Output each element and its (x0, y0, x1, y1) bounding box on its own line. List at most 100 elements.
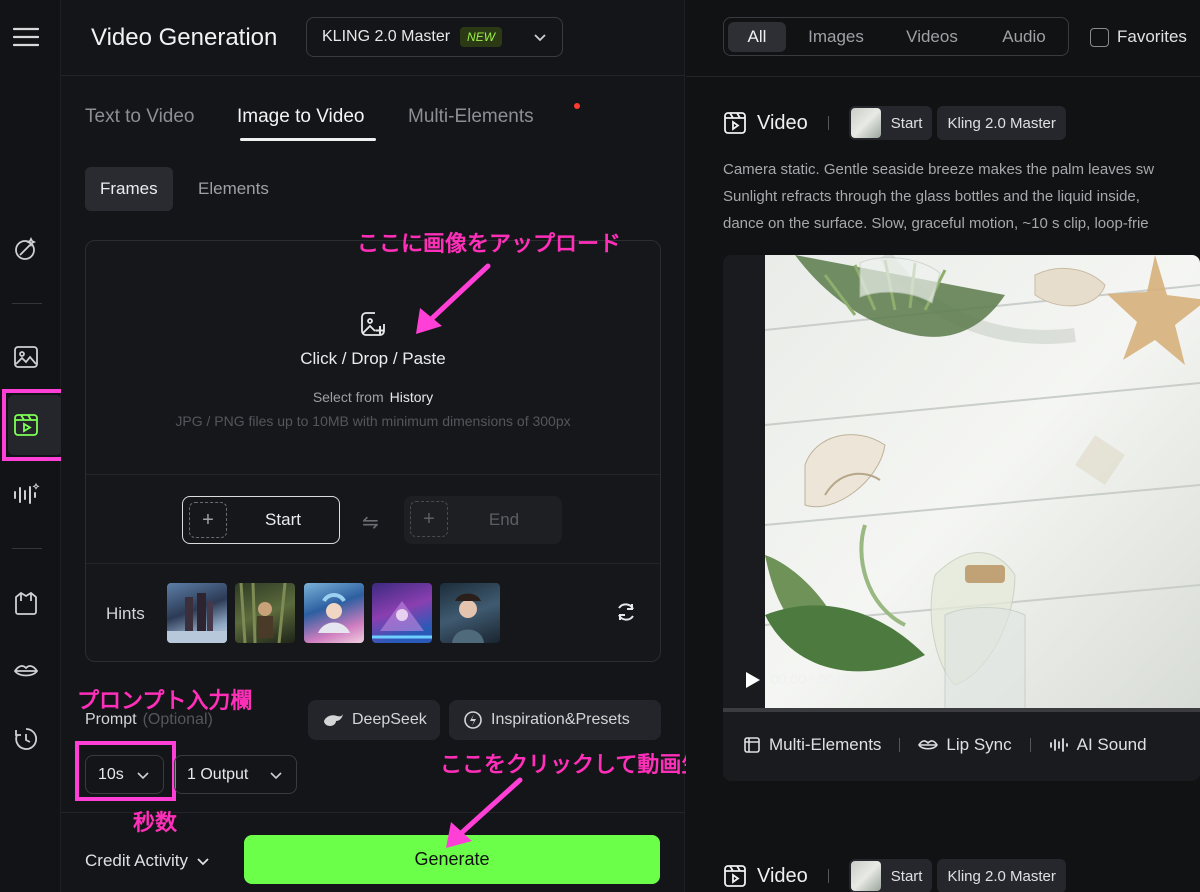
favorites-label: Favorites (1117, 27, 1187, 46)
media-filter: All Images Videos Audio (723, 17, 1069, 56)
multi-elements-icon (744, 737, 760, 753)
hint-thumbnail[interactable] (440, 583, 500, 643)
ai-magic-icon[interactable] (11, 234, 41, 264)
start-frame-button[interactable]: + Start (182, 496, 340, 544)
active-tab-indicator (240, 138, 376, 141)
menu-icon[interactable] (11, 22, 41, 52)
ai-sound-action[interactable]: AI Sound (1049, 735, 1147, 755)
page-title: Video Generation (91, 24, 278, 51)
chevron-down-icon (268, 767, 284, 788)
lip-sync-label: Lip Sync (946, 735, 1012, 754)
outputs-value: 1 Output (187, 765, 249, 783)
multi-elements-action[interactable]: Multi-Elements (743, 735, 881, 755)
play-icon[interactable] (743, 671, 761, 694)
hints-label: Hints (106, 604, 145, 623)
favorites-checkbox[interactable] (1090, 27, 1109, 47)
chevron-down-icon (196, 854, 210, 868)
start-frame-thumbnail (850, 861, 881, 891)
filter-all[interactable]: All (728, 22, 786, 52)
notification-dot (574, 103, 580, 109)
annotation-click-generate: ここをクリックして動画生成 (440, 753, 726, 778)
start-tag-label: Start (890, 867, 923, 885)
video-card-header: Video Start Kling 2.0 Master (723, 106, 1071, 140)
ai-sound-label: AI Sound (1076, 735, 1147, 754)
image-upload-area[interactable]: Click / Drop / Paste Select from History … (85, 240, 661, 662)
video-card-header: Video Start Kling 2.0 Master (723, 859, 1071, 892)
upload-instruction: Click / Drop / Paste (300, 349, 446, 368)
hint-thumbnail[interactable] (167, 583, 227, 643)
history-link[interactable]: History (390, 389, 434, 405)
deepseek-button[interactable]: DeepSeek (308, 700, 440, 740)
left-rail (0, 0, 70, 892)
start-frame-thumbnail (850, 108, 881, 138)
results-area: All Images Videos Audio Favorites Video … (686, 0, 1200, 892)
select-from-label: Select from (312, 389, 384, 405)
end-frame-label: End (488, 510, 520, 529)
description-line: Sunlight refracts through the glass bott… (723, 188, 1140, 205)
outputs-select[interactable]: 1 Output (174, 755, 297, 794)
video-frame[interactable] (765, 255, 1200, 710)
filter-videos[interactable]: Videos (892, 22, 972, 52)
add-image-icon (358, 309, 388, 344)
lip-icon[interactable] (11, 656, 41, 686)
annotation-arrow (446, 777, 523, 848)
lip-sync-action[interactable]: Lip Sync (918, 735, 1012, 755)
mode-tabs: Text to Video Image to Video Multi-Eleme… (85, 100, 645, 145)
video-player[interactable]: 00:00 / 00:00 Multi-Elements Lip Sync AI… (723, 255, 1200, 781)
video-card-title: Video (757, 111, 808, 134)
audio-icon (1049, 738, 1068, 752)
select-from-history: Select from History (86, 389, 660, 405)
credit-activity-dropdown[interactable]: Credit Activity (85, 851, 210, 871)
new-badge: NEW (460, 27, 503, 47)
credit-activity-label: Credit Activity (85, 851, 188, 870)
swap-icon[interactable]: ⇋ (362, 510, 379, 535)
start-frame-tag[interactable]: Start (848, 106, 933, 140)
annotation-upload-here: ここに画像をアップロード (357, 232, 622, 257)
tab-text-to-video[interactable]: Text to Video (85, 106, 195, 128)
lightbulb-icon (463, 710, 483, 730)
start-frame-tag[interactable]: Start (848, 859, 933, 892)
model-selector[interactable]: KLING 2.0 Master NEW (306, 17, 563, 57)
model-tag: Kling 2.0 Master (937, 106, 1066, 140)
start-tag-label: Start (890, 114, 923, 132)
filter-images[interactable]: Images (796, 22, 876, 52)
panel-header: Video Generation KLING 2.0 Master NEW (61, 0, 685, 76)
tryon-shirt-icon[interactable] (11, 588, 41, 618)
annotation-seconds: 秒数 (133, 811, 178, 836)
end-frame-button[interactable]: + End (404, 496, 562, 544)
plus-icon: + (410, 501, 448, 537)
deepseek-whale-icon (322, 712, 344, 728)
multi-elements-label: Multi-Elements (769, 735, 882, 754)
image-icon[interactable] (11, 342, 41, 372)
plus-icon: + (189, 502, 227, 538)
progress-bar[interactable] (723, 708, 1200, 712)
audio-icon[interactable] (11, 480, 41, 510)
chevron-down-icon (532, 29, 548, 50)
video-actions: Multi-Elements Lip Sync AI Sound (743, 735, 1147, 755)
hint-thumbnail[interactable] (304, 583, 364, 643)
annotation-prompt-field: プロンプト入力欄 (77, 689, 253, 714)
annotation-arrow (416, 263, 491, 334)
subtab-elements[interactable]: Elements (183, 167, 284, 211)
tab-image-to-video[interactable]: Image to Video (237, 106, 364, 128)
deepseek-label: DeepSeek (352, 711, 427, 728)
start-frame-label: Start (265, 510, 301, 529)
favorites-toggle[interactable]: Favorites (1090, 27, 1187, 47)
tab-multi-elements[interactable]: Multi-Elements (408, 106, 534, 128)
video-icon (724, 865, 746, 887)
video-scene (765, 255, 1200, 710)
model-tag: Kling 2.0 Master (937, 859, 1066, 892)
video-time: 00:00 / 00:00 (771, 671, 853, 687)
duration-highlight (75, 741, 176, 801)
history-icon[interactable] (11, 724, 41, 754)
video-nav-highlight (2, 389, 70, 461)
refresh-icon[interactable] (615, 601, 637, 628)
inspiration-presets-button[interactable]: Inspiration&Presets (449, 700, 661, 740)
lip-icon (918, 740, 939, 750)
hint-thumbnail[interactable] (235, 583, 295, 643)
description-line: Camera static. Gentle seaside breeze mak… (723, 161, 1155, 178)
subtab-frames[interactable]: Frames (85, 167, 173, 211)
file-requirements: JPG / PNG files up to 10MB with minimum … (175, 413, 571, 429)
filter-audio[interactable]: Audio (986, 22, 1062, 52)
hint-thumbnail[interactable] (372, 583, 432, 643)
